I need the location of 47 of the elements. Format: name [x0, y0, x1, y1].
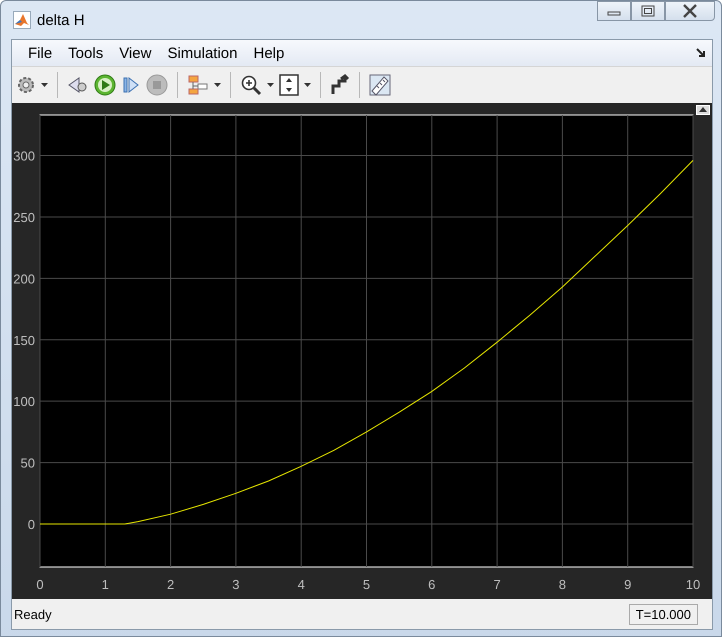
status-message: Ready: [14, 606, 52, 622]
fit-to-view-icon[interactable]: [279, 74, 299, 96]
x-tick-label: 0: [36, 577, 44, 592]
dock-arrow-icon[interactable]: [696, 48, 706, 58]
x-tick-label: 5: [362, 577, 370, 592]
x-tick-label: 1: [102, 577, 109, 592]
x-tick-label: 4: [298, 577, 305, 592]
x-tick-label: 9: [624, 577, 632, 592]
close-icon: [682, 4, 698, 18]
window-title: delta H: [37, 12, 85, 28]
menu-item[interactable]: Help: [246, 44, 292, 62]
x-tick-label: 7: [493, 577, 501, 592]
menu-item[interactable]: Tools: [60, 44, 112, 62]
minimize-button[interactable]: [597, 1, 631, 21]
y-tick-label: 0: [28, 517, 35, 532]
settings-icon[interactable]: [16, 75, 36, 95]
menu-item[interactable]: File: [20, 44, 60, 62]
diagram-icon[interactable]: [187, 74, 209, 96]
x-tick-label: 10: [686, 577, 700, 592]
y-tick-label: 150: [13, 332, 35, 348]
y-tick-label: 250: [13, 210, 35, 225]
caret-icon[interactable]: [214, 83, 221, 87]
y-tick-label: 300: [13, 148, 35, 164]
step-back-icon[interactable]: [67, 75, 89, 95]
run-icon[interactable]: [94, 74, 116, 96]
caret-icon[interactable]: [267, 83, 274, 87]
x-tick-label: 6: [428, 577, 436, 592]
time-display: T=10.000: [628, 604, 698, 624]
menu-item[interactable]: View: [111, 44, 160, 62]
app-logo-icon: [13, 11, 31, 29]
menu-item[interactable]: Simulation: [159, 44, 246, 62]
step-forward-icon[interactable]: [121, 75, 141, 95]
caret-icon[interactable]: [41, 83, 48, 87]
signal-highlight-icon[interactable]: [330, 74, 350, 96]
x-tick-label: 3: [232, 577, 240, 592]
caret-icon[interactable]: [304, 83, 311, 87]
zoom-in-icon[interactable]: [240, 74, 262, 96]
y-tick-label: 200: [13, 271, 35, 286]
maximize-button[interactable]: [631, 1, 665, 21]
close-button[interactable]: [665, 1, 715, 21]
ruler-icon[interactable]: [369, 74, 391, 96]
x-tick-label: 2: [166, 577, 174, 592]
restore-axes-icon[interactable]: [696, 105, 710, 115]
y-tick-label: 100: [13, 394, 35, 410]
x-tick-label: 8: [558, 577, 566, 592]
y-tick-label: 50: [20, 456, 35, 471]
maximize-icon: [641, 5, 655, 17]
